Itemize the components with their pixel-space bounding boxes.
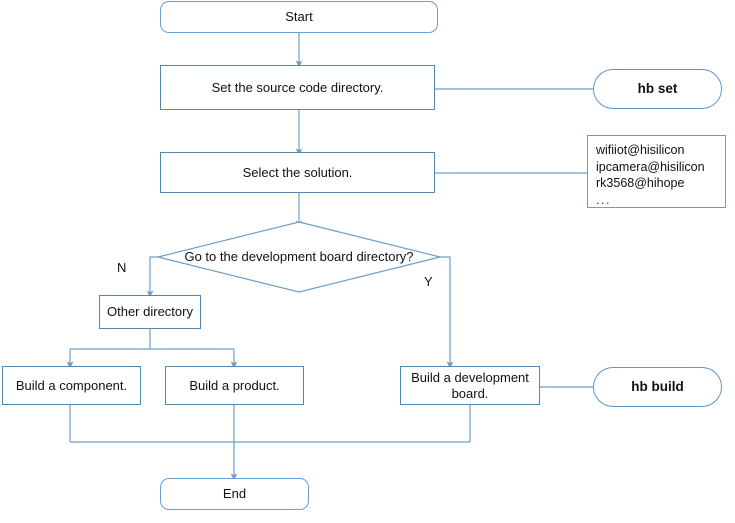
- flowchart-canvas: Start Set the source code directory. hb …: [0, 0, 735, 523]
- node-hb-build-command-label: hb build: [631, 378, 684, 394]
- connector-decision-yes-to-build-board: [440, 256, 454, 369]
- node-end-label: End: [222, 486, 247, 502]
- node-hb-set-command-label: hb set: [637, 80, 678, 96]
- node-start[interactable]: Start: [160, 1, 438, 33]
- node-build-a-component[interactable]: Build a component.: [2, 366, 141, 405]
- note-solution-line-2: ipcamera@hisilicon: [596, 159, 705, 174]
- node-other-directory[interactable]: Other directory: [99, 295, 201, 329]
- note-solution-line-1: wifiiot@hisilicon: [596, 143, 685, 157]
- note-solution-ellipsis: ...: [596, 192, 611, 207]
- node-build-a-development-board[interactable]: Build a development board.: [400, 366, 540, 405]
- node-set-source-code-directory-label: Set the source code directory.: [211, 79, 384, 95]
- node-set-source-code-directory[interactable]: Set the source code directory.: [160, 65, 435, 110]
- node-build-a-product-label: Build a product.: [189, 377, 280, 393]
- node-end[interactable]: End: [160, 478, 309, 510]
- branch-label-no: N: [117, 260, 126, 275]
- node-build-a-product[interactable]: Build a product.: [165, 366, 304, 405]
- branch-label-yes-text: Y: [424, 274, 433, 289]
- node-hb-set-command[interactable]: hb set: [593, 69, 722, 109]
- branch-label-yes: Y: [424, 274, 433, 289]
- node-build-a-component-label: Build a component.: [15, 377, 128, 393]
- node-start-label: Start: [285, 9, 313, 25]
- node-build-a-development-board-label: Build a development board.: [411, 369, 529, 401]
- node-decision-development-board-directory[interactable]: Go to the development board directory?: [157, 221, 441, 293]
- note-solution-line-3: rk3568@hihope: [596, 176, 685, 190]
- node-hb-build-command[interactable]: hb build: [593, 367, 722, 407]
- node-other-directory-label: Other directory: [107, 304, 193, 320]
- note-solution-options: wifiiot@hisilicon ipcamera@hisilicon rk3…: [587, 135, 726, 208]
- node-select-the-solution-label: Select the solution.: [242, 164, 353, 180]
- node-decision-label: Go to the development board directory?: [184, 248, 414, 264]
- branch-label-no-text: N: [117, 260, 127, 275]
- node-select-the-solution[interactable]: Select the solution.: [160, 152, 435, 193]
